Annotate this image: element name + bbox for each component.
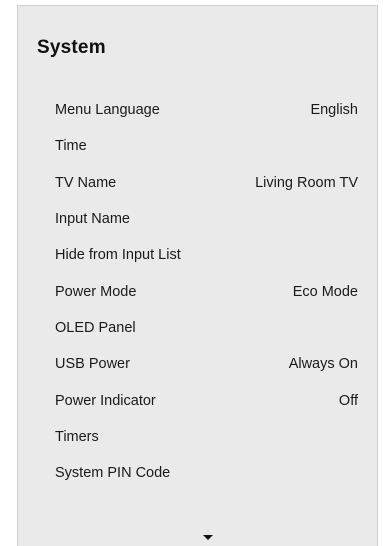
menu-item-label: USB Power	[55, 356, 130, 373]
menu-item-system-pin-code[interactable]: System PIN Code	[18, 455, 377, 491]
menu-item-label: TV Name	[55, 174, 117, 191]
menu-item-value: Off	[338, 392, 358, 409]
menu-item-hide-from-input-list[interactable]: Hide from Input List	[18, 237, 377, 273]
menu-item-value: Living Room TV	[255, 174, 358, 191]
menu-item-label: System PIN Code	[55, 465, 171, 482]
menu-item-label: Menu Language	[55, 102, 160, 119]
menu-item-power-indicator[interactable]: Power Indicator Off	[18, 382, 377, 418]
menu-item-value: Always On	[288, 356, 358, 373]
menu-item-tv-name[interactable]: TV Name Living Room TV	[18, 165, 377, 201]
menu-item-menu-language[interactable]: Menu Language English	[18, 92, 377, 128]
menu-item-oled-panel[interactable]: OLED Panel	[18, 310, 377, 346]
menu-item-time[interactable]: Time	[18, 128, 377, 164]
menu-item-input-name[interactable]: Input Name	[18, 201, 377, 237]
menu-item-label: Input Name	[55, 211, 130, 228]
system-settings-panel: System Menu Language English Time TV Nam…	[17, 5, 378, 546]
menu-item-usb-power[interactable]: USB Power Always On	[18, 346, 377, 382]
menu-item-label: Power Mode	[55, 283, 137, 300]
page-title: System	[37, 37, 106, 58]
menu-item-power-mode[interactable]: Power Mode Eco Mode	[18, 273, 377, 309]
menu-item-label: Power Indicator	[55, 392, 156, 409]
menu-item-label: Hide from Input List	[55, 247, 181, 264]
menu-item-label: Timers	[55, 428, 99, 445]
menu-item-timers[interactable]: Timers	[18, 419, 377, 455]
menu-item-label: Time	[55, 138, 87, 155]
chevron-down-icon[interactable]	[203, 535, 213, 540]
menu-item-label: OLED Panel	[55, 319, 136, 336]
menu-item-value: English	[310, 102, 358, 119]
menu-item-value: Eco Mode	[292, 283, 358, 300]
settings-menu: Menu Language English Time TV Name Livin…	[18, 92, 377, 491]
